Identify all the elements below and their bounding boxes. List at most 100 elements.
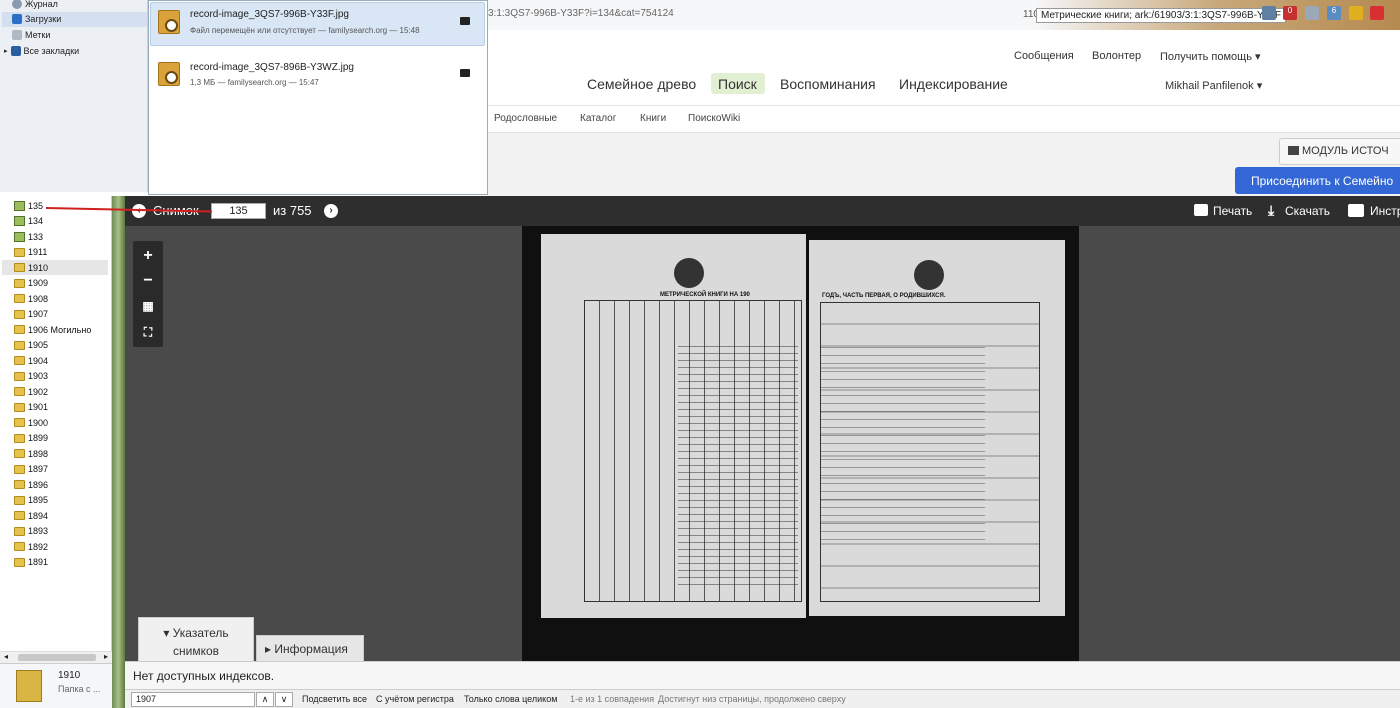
doc-header-right: ГОДЪ, ЧАСТЬ ПЕРВАЯ, О РОДИВШИХСЯ. xyxy=(822,293,946,299)
tree-item-label: 1892 xyxy=(28,541,49,552)
download-icon[interactable]: ⤓ xyxy=(1268,202,1274,219)
find-prev-icon[interactable]: ∧ xyxy=(256,692,274,707)
zoom-out-icon[interactable]: − xyxy=(133,269,163,293)
fullscreen-icon[interactable]: ⛶ xyxy=(133,320,163,344)
messages-link[interactable]: Сообщения xyxy=(1014,50,1074,62)
subnav-genealogies[interactable]: Родословные xyxy=(494,113,557,124)
tree-item-label: 1897 xyxy=(28,464,49,474)
extension-icon[interactable] xyxy=(1349,6,1363,20)
nav-all-bookmarks[interactable]: ▸ Все закладки xyxy=(4,44,79,58)
find-next-icon[interactable]: ∨ xyxy=(275,692,293,707)
tree-item[interactable]: 1892 xyxy=(2,539,108,554)
notification-badge-blue[interactable]: 6 xyxy=(1327,6,1341,20)
tree-scrollbar[interactable]: ◂ ▸ xyxy=(0,651,112,663)
tree-item[interactable]: 1902 xyxy=(2,384,108,399)
tree-item[interactable]: 1891 xyxy=(2,555,108,570)
tab-information[interactable]: ▸ Информация xyxy=(256,635,364,661)
tree-item-label: 1905 xyxy=(28,340,49,350)
tree-item[interactable]: 1900 xyxy=(2,415,108,430)
tree-item[interactable]: 1910 xyxy=(2,260,108,275)
download-button[interactable]: Скачать xyxy=(1285,204,1330,218)
extension-icon[interactable] xyxy=(1305,6,1319,20)
nav-tags[interactable]: Метки xyxy=(12,28,50,42)
print-icon[interactable] xyxy=(1194,204,1208,216)
image-file-icon xyxy=(158,62,180,86)
folder-icon xyxy=(14,557,25,567)
nav-downloads[interactable]: Загрузки xyxy=(12,12,61,26)
subnav-catalog[interactable]: Каталог xyxy=(580,113,616,124)
folder-large-icon xyxy=(16,670,42,702)
tree-item[interactable]: 1895 xyxy=(2,493,108,508)
attach-to-tree-button[interactable]: Присоединить к Семейно xyxy=(1235,167,1400,194)
folder-icon xyxy=(14,464,25,474)
tree-item[interactable]: 1904 xyxy=(2,353,108,368)
folder-icon xyxy=(14,387,25,396)
tree-item[interactable]: 1908 xyxy=(2,291,108,306)
tools-icon[interactable] xyxy=(1348,204,1364,217)
tree-item-label: 1910 xyxy=(28,262,49,273)
image-number-input[interactable]: 135 xyxy=(211,203,266,219)
download-item[interactable] xyxy=(150,52,485,96)
tree-item[interactable]: 1909 xyxy=(2,276,108,291)
find-results: 1-е из 1 совпадения xyxy=(570,694,655,704)
abp-icon[interactable] xyxy=(1370,6,1384,20)
tree-item[interactable]: 1907 xyxy=(2,307,108,322)
tree-item[interactable]: 135 xyxy=(2,198,108,213)
tree-item[interactable]: 1905 xyxy=(2,338,108,353)
address-bar[interactable]: 3:1:3QS7-996B-Y33F?i=134&cat=754124 xyxy=(488,8,674,19)
open-folder-icon[interactable] xyxy=(460,17,470,25)
nav-family-tree[interactable]: Семейное древо xyxy=(587,76,696,92)
tab-image-index[interactable]: ▾ Указатель снимков xyxy=(138,617,254,661)
next-image-icon[interactable]: › xyxy=(324,204,338,218)
whole-words-toggle[interactable]: Только слова целиком xyxy=(464,694,557,704)
tree-item[interactable]: 1899 xyxy=(2,431,108,446)
nav-all-bookmarks-label: Все закладки xyxy=(23,46,80,56)
tree-item[interactable]: 1897 xyxy=(2,462,108,477)
tree-item[interactable]: 133 xyxy=(2,229,108,244)
find-status: Достигнут низ страницы, продолжено сверх… xyxy=(658,694,846,704)
notification-badge-red[interactable]: 0 xyxy=(1283,6,1297,20)
nav-memories[interactable]: Воспоминания xyxy=(780,76,876,92)
tree-item-label: 1911 xyxy=(28,247,48,257)
window-splitter[interactable] xyxy=(112,196,125,708)
grid-view-icon[interactable]: ▦ xyxy=(133,294,163,318)
tree-item[interactable]: 1896 xyxy=(2,477,108,492)
download-icon xyxy=(12,14,22,24)
scroll-left-icon[interactable]: ◂ xyxy=(4,652,8,661)
folder-icon xyxy=(14,542,25,551)
scroll-thumb[interactable] xyxy=(18,654,96,661)
user-menu[interactable]: Mikhail Panfilenok ▾ xyxy=(1165,79,1262,92)
scroll-right-icon[interactable]: ▸ xyxy=(104,652,108,661)
tree-item[interactable]: 1906 Могильно xyxy=(2,322,108,337)
history-icon xyxy=(12,0,22,9)
tree-item[interactable]: 1893 xyxy=(2,524,108,539)
nav-search[interactable]: Поиск xyxy=(718,76,757,92)
tools-button[interactable]: Инстр xyxy=(1370,204,1400,218)
cart-icon[interactable] xyxy=(1262,6,1276,20)
nav-indexing[interactable]: Индексирование xyxy=(899,76,1008,92)
subnav-wiki[interactable]: ПоискоWiki xyxy=(688,113,740,124)
tree-item[interactable]: 1894 xyxy=(2,508,108,523)
folder-icon xyxy=(14,402,25,412)
volunteer-link[interactable]: Волонтер xyxy=(1092,50,1141,62)
subnav-books[interactable]: Книги xyxy=(640,113,666,124)
tree-item[interactable]: 1911 xyxy=(2,245,108,260)
highlight-all-toggle[interactable]: Подсветить все xyxy=(302,694,367,704)
tree-item[interactable]: 134 xyxy=(2,214,108,229)
find-input[interactable]: 1907 xyxy=(131,692,255,707)
print-button[interactable]: Печать xyxy=(1213,204,1252,218)
tree-item-label: 134 xyxy=(28,216,44,226)
nav-history[interactable]: Журнал xyxy=(12,0,58,11)
folder-details: 1910 Папка с ... xyxy=(0,663,112,708)
tree-item[interactable]: 1901 xyxy=(2,400,108,415)
tab-tooltip: Метрические книги; ark:/61903/3:1:3QS7-9… xyxy=(1036,8,1286,23)
match-case-toggle[interactable]: С учётом регистра xyxy=(376,694,454,704)
zoom-in-icon[interactable]: + xyxy=(133,244,163,268)
site-header xyxy=(487,44,1400,104)
tree-item[interactable]: 1903 xyxy=(2,369,108,384)
source-box-button[interactable]: МОДУЛЬ ИСТОЧ xyxy=(1279,138,1400,165)
tree-item[interactable]: 1898 xyxy=(2,446,108,461)
help-link[interactable]: Получить помощь ▾ xyxy=(1160,50,1261,63)
tree-item-label: 135 xyxy=(28,200,44,211)
open-folder-icon[interactable] xyxy=(460,69,470,77)
